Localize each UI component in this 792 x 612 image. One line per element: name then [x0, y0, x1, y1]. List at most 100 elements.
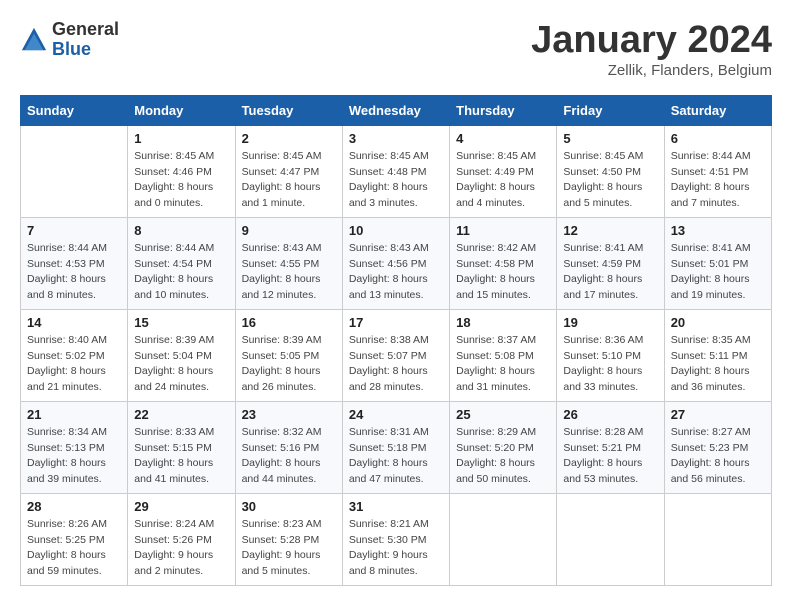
- calendar-cell: 7 Sunrise: 8:44 AM Sunset: 4:53 PM Daylig…: [21, 217, 128, 309]
- day-number: 7: [27, 223, 121, 238]
- logo-text: General Blue: [52, 20, 119, 60]
- title-section: January 2024 Zellik, Flanders, Belgium: [531, 20, 772, 79]
- calendar-cell: 30Sunrise: 8:23 AM Sunset: 5:28 PM Dayli…: [235, 493, 342, 585]
- day-number: 4: [456, 131, 550, 146]
- calendar-cell: 13 Sunrise: 8:41 AM Sunset: 5:01 PM Dayli…: [664, 217, 771, 309]
- calendar-cell: 27Sunrise: 8:27 AM Sunset: 5:23 PM Dayli…: [664, 401, 771, 493]
- subtitle: Zellik, Flanders, Belgium: [531, 62, 772, 79]
- calendar-cell: 26Sunrise: 8:28 AM Sunset: 5:21 PM Dayli…: [557, 401, 664, 493]
- day-number: 11: [456, 223, 550, 238]
- day-info: Sunrise: 8:31 AM Sunset: 5:18 PM Dayligh…: [349, 425, 443, 488]
- day-number: 23: [242, 407, 336, 422]
- weekday-header-row: SundayMondayTuesdayWednesdayThursdayFrid…: [21, 95, 772, 125]
- calendar-cell: 3Sunrise: 8:45 AM Sunset: 4:48 PM Daylig…: [342, 125, 449, 217]
- calendar-cell: 20Sunrise: 8:35 AM Sunset: 5:11 PM Dayli…: [664, 309, 771, 401]
- day-number: 16: [242, 315, 336, 330]
- day-number: 10: [349, 223, 443, 238]
- calendar-cell: 18 Sunrise: 8:37 AM Sunset: 5:08 PM Dayli…: [450, 309, 557, 401]
- day-info: Sunrise: 8:44 AM Sunset: 4:54 PM Dayligh…: [134, 241, 228, 304]
- day-number: 20: [671, 315, 765, 330]
- calendar-cell: 9 Sunrise: 8:43 AM Sunset: 4:55 PM Daylig…: [235, 217, 342, 309]
- calendar-cell: 6Sunrise: 8:44 AM Sunset: 4:51 PM Daylig…: [664, 125, 771, 217]
- logo-blue: Blue: [52, 40, 119, 60]
- calendar-cell: 28 Sunrise: 8:26 AM Sunset: 5:25 PM Dayli…: [21, 493, 128, 585]
- day-number: 17: [349, 315, 443, 330]
- day-info: Sunrise: 8:26 AM Sunset: 5:25 PM Dayligh…: [27, 517, 121, 580]
- day-number: 25: [456, 407, 550, 422]
- calendar-cell: [664, 493, 771, 585]
- day-info: Sunrise: 8:32 AM Sunset: 5:16 PM Dayligh…: [242, 425, 336, 488]
- calendar-cell: [557, 493, 664, 585]
- weekday-header-friday: Friday: [557, 95, 664, 125]
- weekday-header-tuesday: Tuesday: [235, 95, 342, 125]
- day-number: 15: [134, 315, 228, 330]
- day-info: Sunrise: 8:34 AM Sunset: 5:13 PM Dayligh…: [27, 425, 121, 488]
- day-info: Sunrise: 8:28 AM Sunset: 5:21 PM Dayligh…: [563, 425, 657, 488]
- calendar-cell: 1 Sunrise: 8:45 AM Sunset: 4:46 PM Daylig…: [128, 125, 235, 217]
- day-number: 21: [27, 407, 121, 422]
- day-number: 13: [671, 223, 765, 238]
- day-info: Sunrise: 8:45 AM Sunset: 4:46 PM Dayligh…: [134, 149, 228, 212]
- logo: General Blue: [20, 20, 119, 60]
- calendar-cell: [21, 125, 128, 217]
- day-number: 30: [242, 499, 336, 514]
- day-info: Sunrise: 8:29 AM Sunset: 5:20 PM Dayligh…: [456, 425, 550, 488]
- day-number: 31: [349, 499, 443, 514]
- calendar-cell: 24Sunrise: 8:31 AM Sunset: 5:18 PM Dayli…: [342, 401, 449, 493]
- calendar-cell: [450, 493, 557, 585]
- day-info: Sunrise: 8:45 AM Sunset: 4:48 PM Dayligh…: [349, 149, 443, 212]
- logo-general: General: [52, 20, 119, 40]
- calendar-cell: 19 Sunrise: 8:36 AM Sunset: 5:10 PM Dayli…: [557, 309, 664, 401]
- day-info: Sunrise: 8:39 AM Sunset: 5:05 PM Dayligh…: [242, 333, 336, 396]
- day-info: Sunrise: 8:37 AM Sunset: 5:08 PM Dayligh…: [456, 333, 550, 396]
- day-number: 9: [242, 223, 336, 238]
- day-info: Sunrise: 8:21 AM Sunset: 5:30 PM Dayligh…: [349, 517, 443, 580]
- day-info: Sunrise: 8:44 AM Sunset: 4:53 PM Dayligh…: [27, 241, 121, 304]
- day-number: 18: [456, 315, 550, 330]
- day-info: Sunrise: 8:42 AM Sunset: 4:58 PM Dayligh…: [456, 241, 550, 304]
- day-info: Sunrise: 8:45 AM Sunset: 4:49 PM Dayligh…: [456, 149, 550, 212]
- logo-icon: [20, 26, 48, 54]
- day-number: 19: [563, 315, 657, 330]
- day-info: Sunrise: 8:40 AM Sunset: 5:02 PM Dayligh…: [27, 333, 121, 396]
- day-info: Sunrise: 8:43 AM Sunset: 4:55 PM Dayligh…: [242, 241, 336, 304]
- day-number: 14: [27, 315, 121, 330]
- day-number: 29: [134, 499, 228, 514]
- calendar-cell: 17Sunrise: 8:38 AM Sunset: 5:07 PM Dayli…: [342, 309, 449, 401]
- calendar-week-row: 1 Sunrise: 8:45 AM Sunset: 4:46 PM Daylig…: [21, 125, 772, 217]
- day-info: Sunrise: 8:41 AM Sunset: 5:01 PM Dayligh…: [671, 241, 765, 304]
- day-number: 5: [563, 131, 657, 146]
- calendar-cell: 31 Sunrise: 8:21 AM Sunset: 5:30 PM Dayli…: [342, 493, 449, 585]
- calendar-cell: 2Sunrise: 8:45 AM Sunset: 4:47 PM Daylig…: [235, 125, 342, 217]
- page-header: General Blue January 2024 Zellik, Flande…: [20, 20, 772, 79]
- calendar-cell: 22 Sunrise: 8:33 AM Sunset: 5:15 PM Dayli…: [128, 401, 235, 493]
- calendar-cell: 16 Sunrise: 8:39 AM Sunset: 5:05 PM Dayli…: [235, 309, 342, 401]
- day-info: Sunrise: 8:45 AM Sunset: 4:47 PM Dayligh…: [242, 149, 336, 212]
- day-number: 27: [671, 407, 765, 422]
- day-info: Sunrise: 8:36 AM Sunset: 5:10 PM Dayligh…: [563, 333, 657, 396]
- main-title: January 2024: [531, 20, 772, 62]
- day-info: Sunrise: 8:44 AM Sunset: 4:51 PM Dayligh…: [671, 149, 765, 212]
- day-info: Sunrise: 8:33 AM Sunset: 5:15 PM Dayligh…: [134, 425, 228, 488]
- day-number: 28: [27, 499, 121, 514]
- calendar-cell: 12Sunrise: 8:41 AM Sunset: 4:59 PM Dayli…: [557, 217, 664, 309]
- weekday-header-sunday: Sunday: [21, 95, 128, 125]
- day-number: 8: [134, 223, 228, 238]
- calendar-cell: 5 Sunrise: 8:45 AM Sunset: 4:50 PM Daylig…: [557, 125, 664, 217]
- calendar-week-row: 28 Sunrise: 8:26 AM Sunset: 5:25 PM Dayli…: [21, 493, 772, 585]
- weekday-header-monday: Monday: [128, 95, 235, 125]
- weekday-header-saturday: Saturday: [664, 95, 771, 125]
- day-number: 12: [563, 223, 657, 238]
- day-number: 1: [134, 131, 228, 146]
- day-info: Sunrise: 8:45 AM Sunset: 4:50 PM Dayligh…: [563, 149, 657, 212]
- day-number: 22: [134, 407, 228, 422]
- calendar-cell: 14 Sunrise: 8:40 AM Sunset: 5:02 PM Dayli…: [21, 309, 128, 401]
- calendar-cell: 29Sunrise: 8:24 AM Sunset: 5:26 PM Dayli…: [128, 493, 235, 585]
- calendar-cell: 23 Sunrise: 8:32 AM Sunset: 5:16 PM Dayli…: [235, 401, 342, 493]
- calendar-cell: 25 Sunrise: 8:29 AM Sunset: 5:20 PM Dayli…: [450, 401, 557, 493]
- calendar-table: SundayMondayTuesdayWednesdayThursdayFrid…: [20, 95, 772, 586]
- calendar-week-row: 21 Sunrise: 8:34 AM Sunset: 5:13 PM Dayli…: [21, 401, 772, 493]
- calendar-cell: 4 Sunrise: 8:45 AM Sunset: 4:49 PM Daylig…: [450, 125, 557, 217]
- calendar-cell: 11 Sunrise: 8:42 AM Sunset: 4:58 PM Dayli…: [450, 217, 557, 309]
- weekday-header-wednesday: Wednesday: [342, 95, 449, 125]
